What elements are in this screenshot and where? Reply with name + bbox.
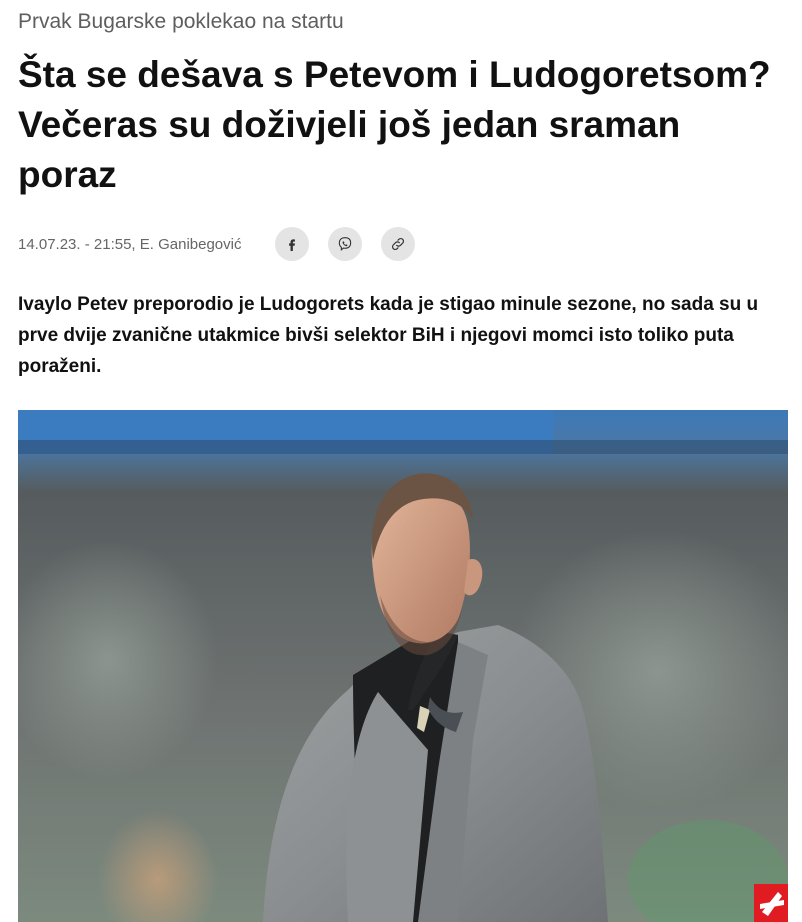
article-lead: Ivaylo Petev preporodio je Ludogorets ka…: [18, 294, 759, 377]
article-meta-row: 14.07.23. - 21:55, E. Ganibegović: [18, 226, 434, 262]
article-meta: 14.07.23. - 21:55, E. Ganibegović: [18, 235, 242, 253]
viber-icon: [339, 237, 352, 251]
facebook-share-button[interactable]: [275, 227, 310, 261]
article-photo: [18, 410, 788, 922]
viber-share-button[interactable]: [328, 227, 363, 261]
link-icon: [392, 237, 405, 251]
article-kicker: Prvak Bugarske poklekao na startu: [18, 10, 344, 33]
coach-photo-illustration: [18, 410, 788, 922]
copy-link-button[interactable]: [381, 227, 416, 261]
share-buttons: [275, 227, 434, 261]
article-headline: Šta se dešava s Petevom i Ludogoretsom? …: [18, 54, 771, 195]
facebook-icon: [289, 239, 296, 251]
